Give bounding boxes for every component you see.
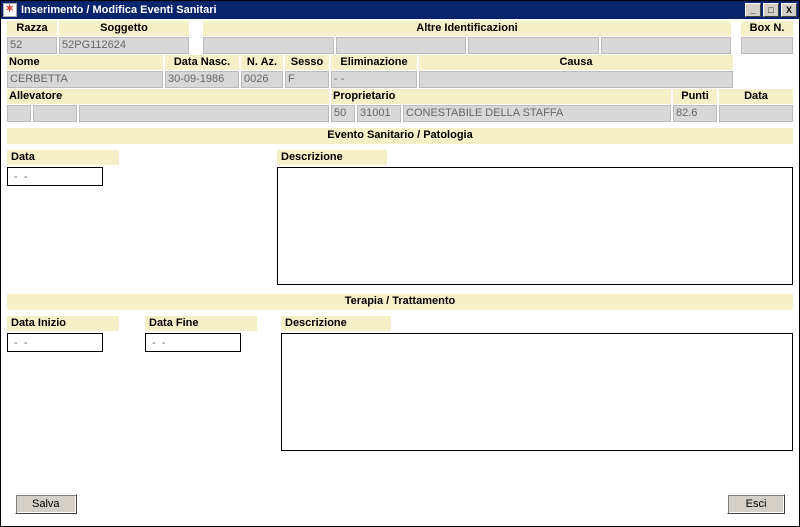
field-allevatore-nome[interactable] [79,105,329,122]
minimize-button[interactable]: _ [745,3,761,17]
label-allevatore: Allevatore [7,89,329,104]
label-terapia-descrizione: Descrizione [281,316,391,331]
label-evento-data: Data [7,150,119,165]
input-evento-descrizione[interactable] [277,167,793,285]
field-altre-id-3[interactable] [468,37,599,54]
label-box: Box N. [741,21,793,36]
label-causa: Causa [419,55,733,70]
input-terapia-data-inizio[interactable] [7,333,103,352]
titlebar: Inserimento / Modifica Eventi Sanitari _… [1,1,799,19]
field-box[interactable] [741,37,793,54]
section-terapia-title: Terapia / Trattamento [7,294,793,310]
field-razza[interactable]: 52 [7,37,57,54]
label-soggetto: Soggetto [59,21,189,36]
label-terapia-data-inizio: Data Inizio [7,316,119,331]
input-terapia-descrizione[interactable] [281,333,793,451]
input-evento-data[interactable] [7,167,103,186]
label-razza: Razza [7,21,57,36]
field-proprietario-cod[interactable]: 31001 [357,105,401,122]
field-altre-id-2[interactable] [336,37,467,54]
field-nome[interactable]: CERBETTA [7,71,163,88]
field-allevatore-prov[interactable] [7,105,31,122]
field-proprietario-nome[interactable]: CONESTABILE DELLA STAFFA [403,105,671,122]
save-button[interactable]: Salva [15,494,77,514]
maximize-button[interactable]: □ [763,3,779,17]
window: Inserimento / Modifica Eventi Sanitari _… [0,0,800,527]
field-sesso[interactable]: F [285,71,329,88]
close-button[interactable]: X [781,3,797,17]
exit-button[interactable]: Esci [727,494,785,514]
section-evento-title: Evento Sanitario / Patologia [7,128,793,144]
field-proprietario-prov[interactable]: 50 [331,105,355,122]
window-title: Inserimento / Modifica Eventi Sanitari [21,4,217,16]
label-terapia-data-fine: Data Fine [145,316,257,331]
field-eliminazione[interactable]: - - [331,71,417,88]
label-nome: Nome [7,55,163,70]
input-terapia-data-fine[interactable] [145,333,241,352]
label-evento-descrizione: Descrizione [277,150,387,165]
label-proprietario: Proprietario [331,89,671,104]
content: Razza Soggetto Altre Identificazioni Box… [1,19,799,526]
label-sesso: Sesso [285,55,329,70]
field-data[interactable] [719,105,793,122]
field-soggetto[interactable]: 52PG112624 [59,37,189,54]
label-punti: Punti [673,89,717,104]
field-data-nasc[interactable]: 30-09-1986 [165,71,239,88]
field-punti[interactable]: 82.6 [673,105,717,122]
label-altre-identificazioni: Altre Identificazioni [203,21,731,36]
label-n-az: N. Az. [241,55,283,70]
label-data: Data [719,89,793,104]
field-causa[interactable] [419,71,733,88]
footer: Salva Esci [7,490,793,520]
label-data-nasc: Data Nasc. [165,55,239,70]
field-allevatore-cod[interactable] [33,105,77,122]
app-icon [3,3,17,17]
field-n-az[interactable]: 0026 [241,71,283,88]
field-altre-id-1[interactable] [203,37,334,54]
label-eliminazione: Eliminazione [331,55,417,70]
field-altre-id-4[interactable] [601,37,732,54]
